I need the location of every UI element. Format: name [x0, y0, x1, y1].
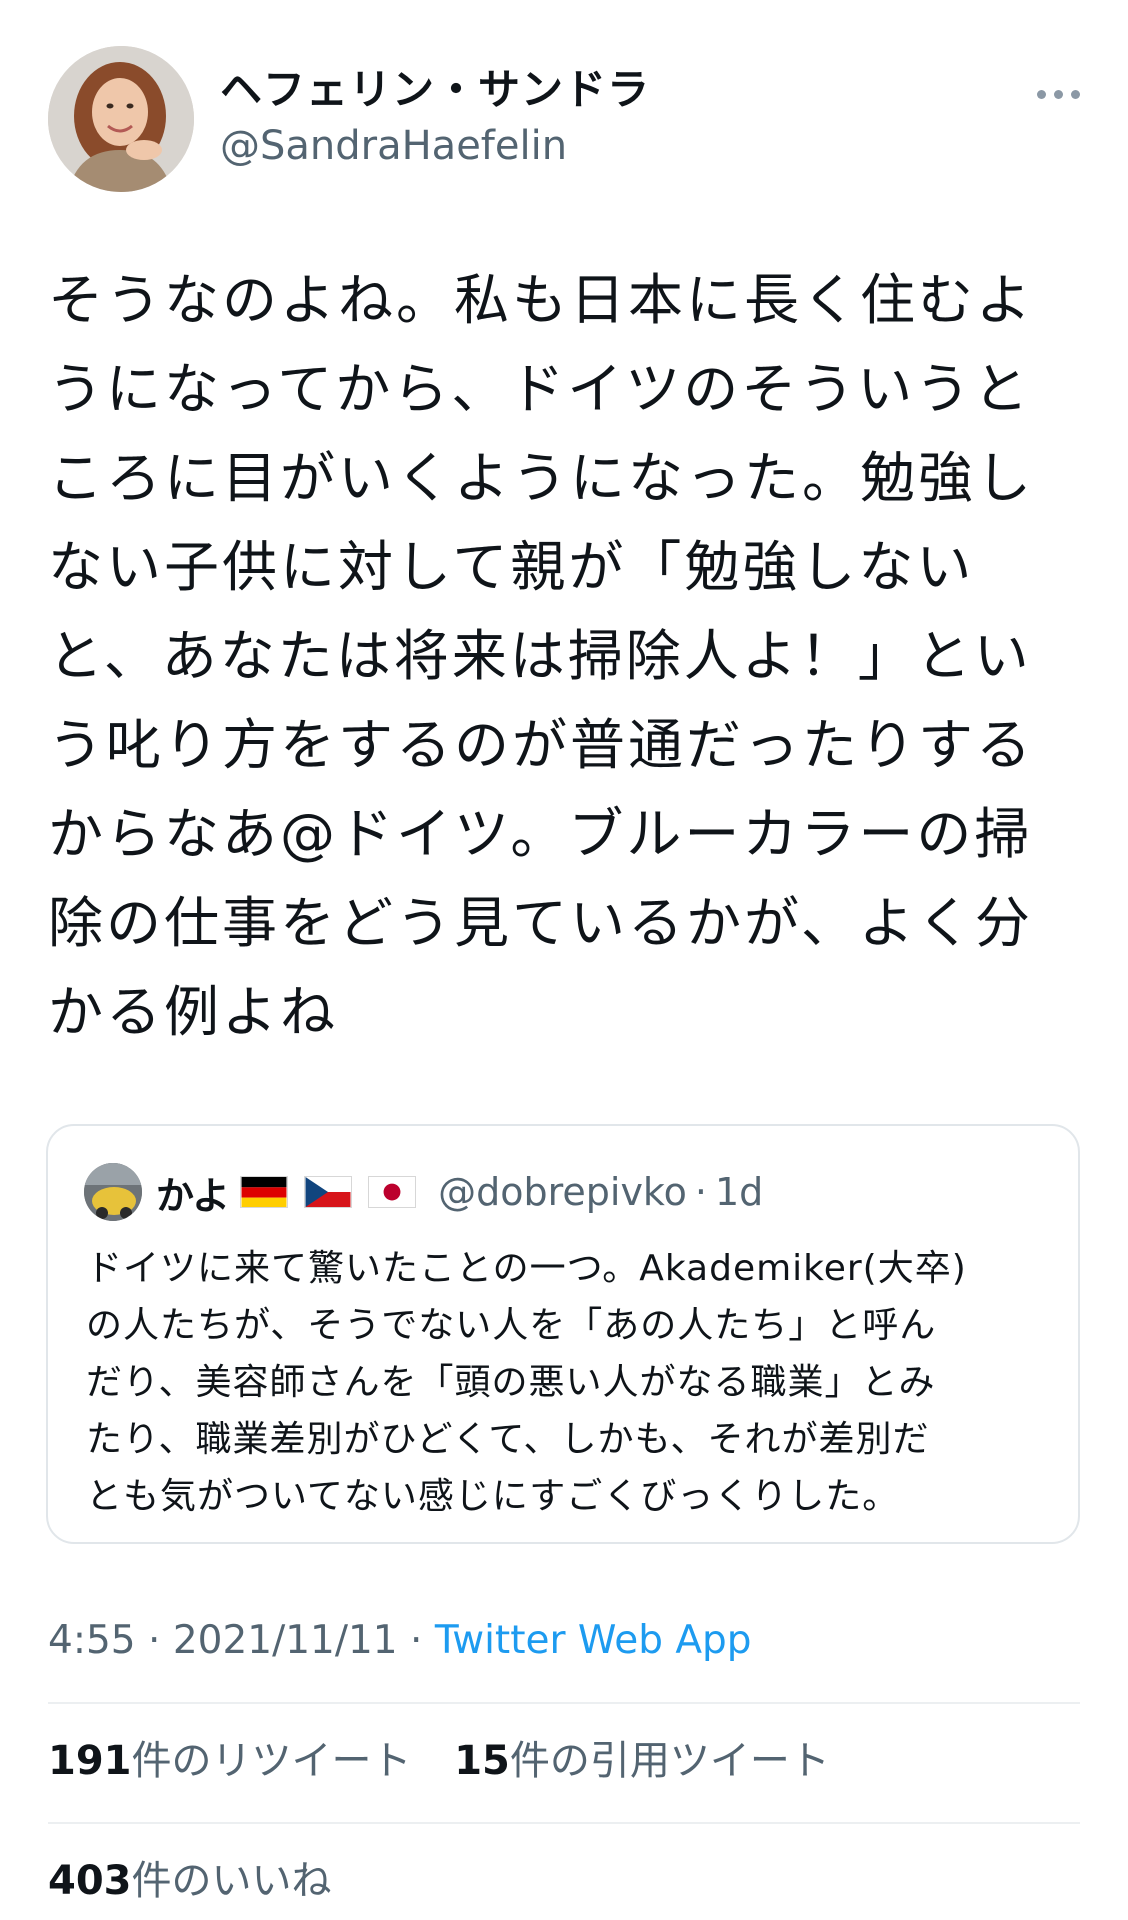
quotes-label: 件の引用ツイート [509, 1738, 830, 1784]
author-names: ヘフェリン・サンドラ @SandraHaefelin [220, 64, 650, 172]
user-avatar-icon[interactable] [48, 46, 194, 192]
likes-stats: 403件のいいね [48, 1854, 362, 1908]
retweets-count: 191 [48, 1738, 132, 1784]
quoted-separator: · [694, 1170, 707, 1214]
czech-flag-icon [304, 1176, 353, 1208]
dot [1053, 89, 1063, 99]
author-display-name[interactable]: ヘフェリン・サンドラ [220, 64, 650, 116]
tweet-meta: 4:55 · 2021/11/11 · Twitter Web App [48, 1614, 752, 1668]
divider [48, 1822, 1080, 1824]
more-dots-icon[interactable] [1036, 84, 1080, 104]
dot [1036, 89, 1046, 99]
quoted-user-handle[interactable]: @dobrepivko [438, 1170, 687, 1214]
dot [1070, 89, 1080, 99]
quotes-count: 15 [454, 1738, 510, 1784]
germany-flag-icon [240, 1176, 289, 1208]
meta-separator: · [148, 1618, 161, 1663]
likes-count: 403 [48, 1858, 132, 1904]
tweet-text: そうなのよね。私も日本に長く住むよ うになってから、ドイツのそういうと ころに目… [48, 268, 1035, 1044]
meta-separator: · [410, 1618, 423, 1663]
author-handle[interactable]: @SandraHaefelin [220, 120, 650, 172]
retweets-stat[interactable]: 191件のリツイート [48, 1738, 412, 1784]
quoted-user-avatar-icon[interactable] [84, 1163, 142, 1221]
quoted-tweet-header: かよ @dobrepivko · 1d [84, 1160, 763, 1224]
quoted-tweet-card[interactable]: かよ @dobrepivko · 1d ドイツに来て驚いたことの一つ。Akade… [46, 1124, 1080, 1544]
tweet-source-link[interactable]: Twitter Web App [435, 1618, 752, 1663]
tweet-date[interactable]: 2021/11/11 [173, 1618, 398, 1663]
japan-flag-icon [368, 1176, 417, 1208]
retweet-quote-stats: 191件のリツイート 15件の引用ツイート [48, 1734, 860, 1788]
likes-stat[interactable]: 403件のいいね [48, 1858, 332, 1904]
tweet-time[interactable]: 4:55 [48, 1618, 136, 1663]
quoted-tweet-text: ドイツに来て驚いたことの一つ。Akademiker(大卒) の人たちが、そうでな… [86, 1248, 967, 1517]
retweets-label: 件のリツイート [131, 1738, 412, 1784]
likes-label: 件のいいね [131, 1858, 332, 1904]
quoted-user-name[interactable]: かよ [156, 1165, 230, 1220]
quotes-stat[interactable]: 15件の引用ツイート [454, 1738, 830, 1784]
tweet-header: ヘフェリン・サンドラ @SandraHaefelin [48, 46, 1088, 196]
quoted-timestamp[interactable]: 1d [715, 1170, 763, 1214]
divider [48, 1702, 1080, 1704]
